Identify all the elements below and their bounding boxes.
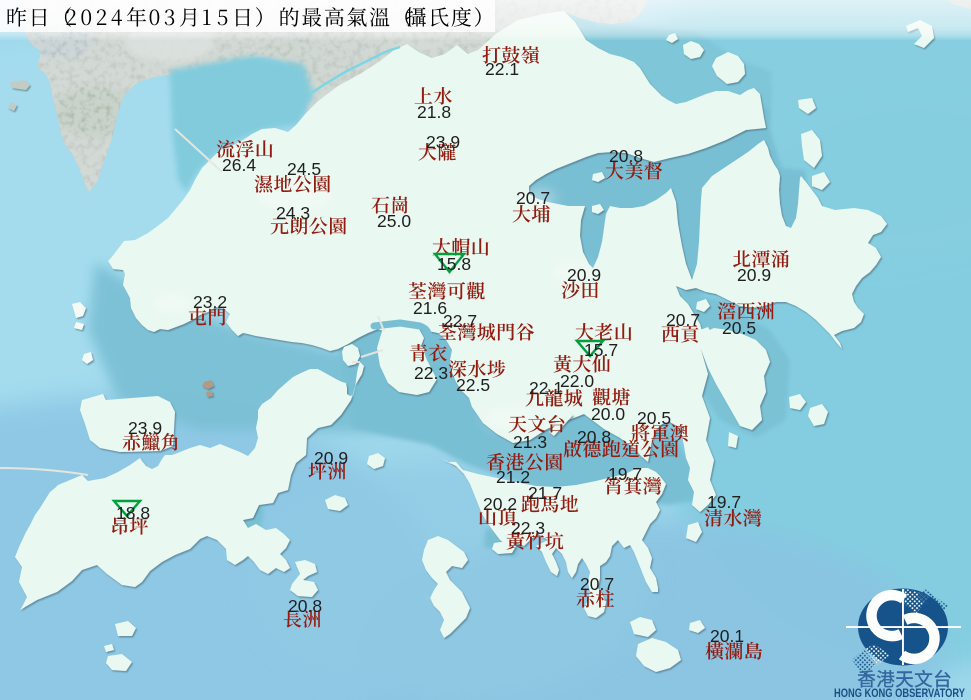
svg-text:20.9: 20.9 (314, 448, 348, 468)
svg-text:20.5: 20.5 (637, 408, 671, 428)
svg-text:20.7: 20.7 (580, 574, 614, 594)
svg-text:22.1: 22.1 (529, 378, 563, 398)
svg-text:15.8: 15.8 (437, 254, 471, 274)
svg-text:20.2: 20.2 (483, 494, 517, 514)
svg-text:22.0: 22.0 (560, 371, 594, 391)
svg-text:21.7: 21.7 (528, 483, 562, 503)
svg-text:22.1: 22.1 (485, 59, 519, 79)
svg-text:20.5: 20.5 (722, 318, 756, 338)
svg-text:20.7: 20.7 (516, 188, 550, 208)
svg-text:20.9: 20.9 (737, 265, 771, 285)
svg-text:25.0: 25.0 (377, 211, 411, 231)
svg-text:22.7: 22.7 (443, 311, 477, 331)
svg-text:20.1: 20.1 (710, 626, 744, 646)
svg-text:26.4: 26.4 (222, 155, 256, 175)
svg-text:22.3: 22.3 (414, 363, 448, 383)
svg-text:20.9: 20.9 (567, 265, 601, 285)
svg-text:24.5: 24.5 (287, 159, 321, 179)
svg-text:21.3: 21.3 (513, 432, 547, 452)
svg-text:19.7: 19.7 (707, 492, 741, 512)
svg-text:23.9: 23.9 (426, 132, 460, 152)
svg-text:21.2: 21.2 (496, 467, 530, 487)
svg-text:20.7: 20.7 (666, 310, 700, 330)
svg-text:24.3: 24.3 (276, 203, 310, 223)
svg-text:19.7: 19.7 (608, 464, 642, 484)
svg-text:22.5: 22.5 (456, 375, 490, 395)
svg-text:23.9: 23.9 (128, 418, 162, 438)
svg-text:20.0: 20.0 (591, 404, 625, 424)
svg-text:22.3: 22.3 (511, 518, 545, 538)
svg-text:HONG KONG OBSERVATORY: HONG KONG OBSERVATORY (834, 688, 965, 700)
svg-text:15.7: 15.7 (584, 340, 618, 360)
svg-text:23.2: 23.2 (193, 292, 227, 312)
svg-text:20.8: 20.8 (288, 596, 322, 616)
svg-text:20.8: 20.8 (609, 146, 643, 166)
svg-text:20.8: 20.8 (577, 427, 611, 447)
svg-text:18.8: 18.8 (116, 503, 150, 523)
svg-text:21.8: 21.8 (417, 102, 451, 122)
svg-text:21.6: 21.6 (413, 298, 447, 318)
